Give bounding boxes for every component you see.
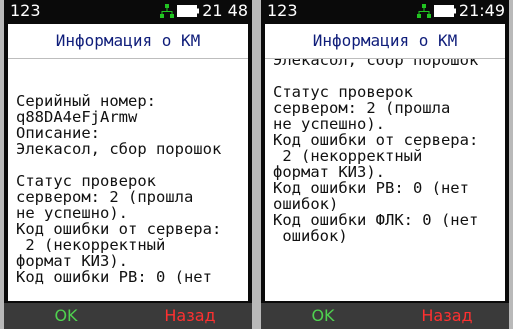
info-line: Статус проверок xyxy=(16,172,156,190)
device-screen-2: 123 21:49 Информация о КМ Элекасол, сбор… xyxy=(261,0,509,329)
info-line: 2 (некорректный xyxy=(16,236,166,254)
info-line: сервером: 2 (прошла xyxy=(16,188,194,206)
info-content[interactable]: Серийный номер: q88DA4eFjArmw Описание: Эле… xyxy=(16,59,244,301)
info-line: формат КИЗ). xyxy=(16,252,128,270)
info-line: Код ошибки РВ: 0 (нет xyxy=(16,268,212,286)
softkey-bar: OK Назад xyxy=(4,303,252,329)
info-line: ошибок) xyxy=(273,227,348,245)
network-icon xyxy=(160,4,175,18)
status-code: 123 xyxy=(10,1,41,20)
back-button[interactable]: Назад xyxy=(128,303,252,329)
info-line: q88DA4eFjArmw xyxy=(16,108,138,126)
battery-icon xyxy=(433,5,456,17)
ok-button[interactable]: OK xyxy=(4,303,128,329)
info-line: Код ошибки от сервера: xyxy=(273,131,479,149)
info-line: Элекасол, сбор порошок xyxy=(16,140,222,158)
status-bar: 123 21 48 xyxy=(4,0,252,22)
status-time: 21 48 xyxy=(202,1,248,20)
device-screen-1: 123 21 48 Информация о КМ Серийный номер… xyxy=(4,0,252,329)
screen-title: Информация о КМ xyxy=(8,24,248,59)
info-line: Код ошибки ФЛК: 0 (нет xyxy=(273,211,479,229)
battery-icon xyxy=(177,5,200,17)
info-line: не успешно). xyxy=(16,204,128,222)
softkey-bar: OK Назад xyxy=(261,303,509,329)
info-line: Статус проверок xyxy=(273,83,413,101)
status-right-group: 21 48 xyxy=(160,0,248,22)
status-code: 123 xyxy=(267,1,298,20)
screen-title: Информация о КМ xyxy=(265,24,505,59)
info-line: формат КИЗ). xyxy=(273,163,385,181)
info-line: Серийный номер: xyxy=(16,92,156,110)
info-line xyxy=(16,157,244,173)
status-right-group: 21:49 xyxy=(416,0,505,22)
status-bar: 123 21:49 xyxy=(261,0,509,22)
info-line: Код ошибки от сервера: xyxy=(16,220,222,238)
info-line: Описание: xyxy=(16,124,100,142)
info-line: не успешно). xyxy=(273,115,385,133)
info-line: Код ошибки РВ: 0 (нет xyxy=(273,179,469,197)
network-icon xyxy=(416,4,431,18)
ok-button[interactable]: OK xyxy=(261,303,385,329)
info-screen: Информация о КМ Элекасол, сбор порошок Ст… xyxy=(265,24,505,301)
info-line: 2 (некорректный xyxy=(273,147,423,165)
back-button[interactable]: Назад xyxy=(385,303,509,329)
info-text: Элекасол, сбор порошок Статус проверок сер… xyxy=(273,59,501,244)
info-line: Элекасол, сбор порошок xyxy=(273,59,479,69)
info-line: ошибок) xyxy=(273,195,339,213)
info-line xyxy=(273,68,501,84)
info-content[interactable]: Элекасол, сбор порошок Статус проверок сер… xyxy=(273,59,501,301)
status-time: 21:49 xyxy=(458,1,505,20)
info-screen: Информация о КМ Серийный номер: q88DA4eFj… xyxy=(8,24,248,301)
info-line: сервером: 2 (прошла xyxy=(273,99,451,117)
info-text: Серийный номер: q88DA4eFjArmw Описание: Эле… xyxy=(16,59,244,285)
